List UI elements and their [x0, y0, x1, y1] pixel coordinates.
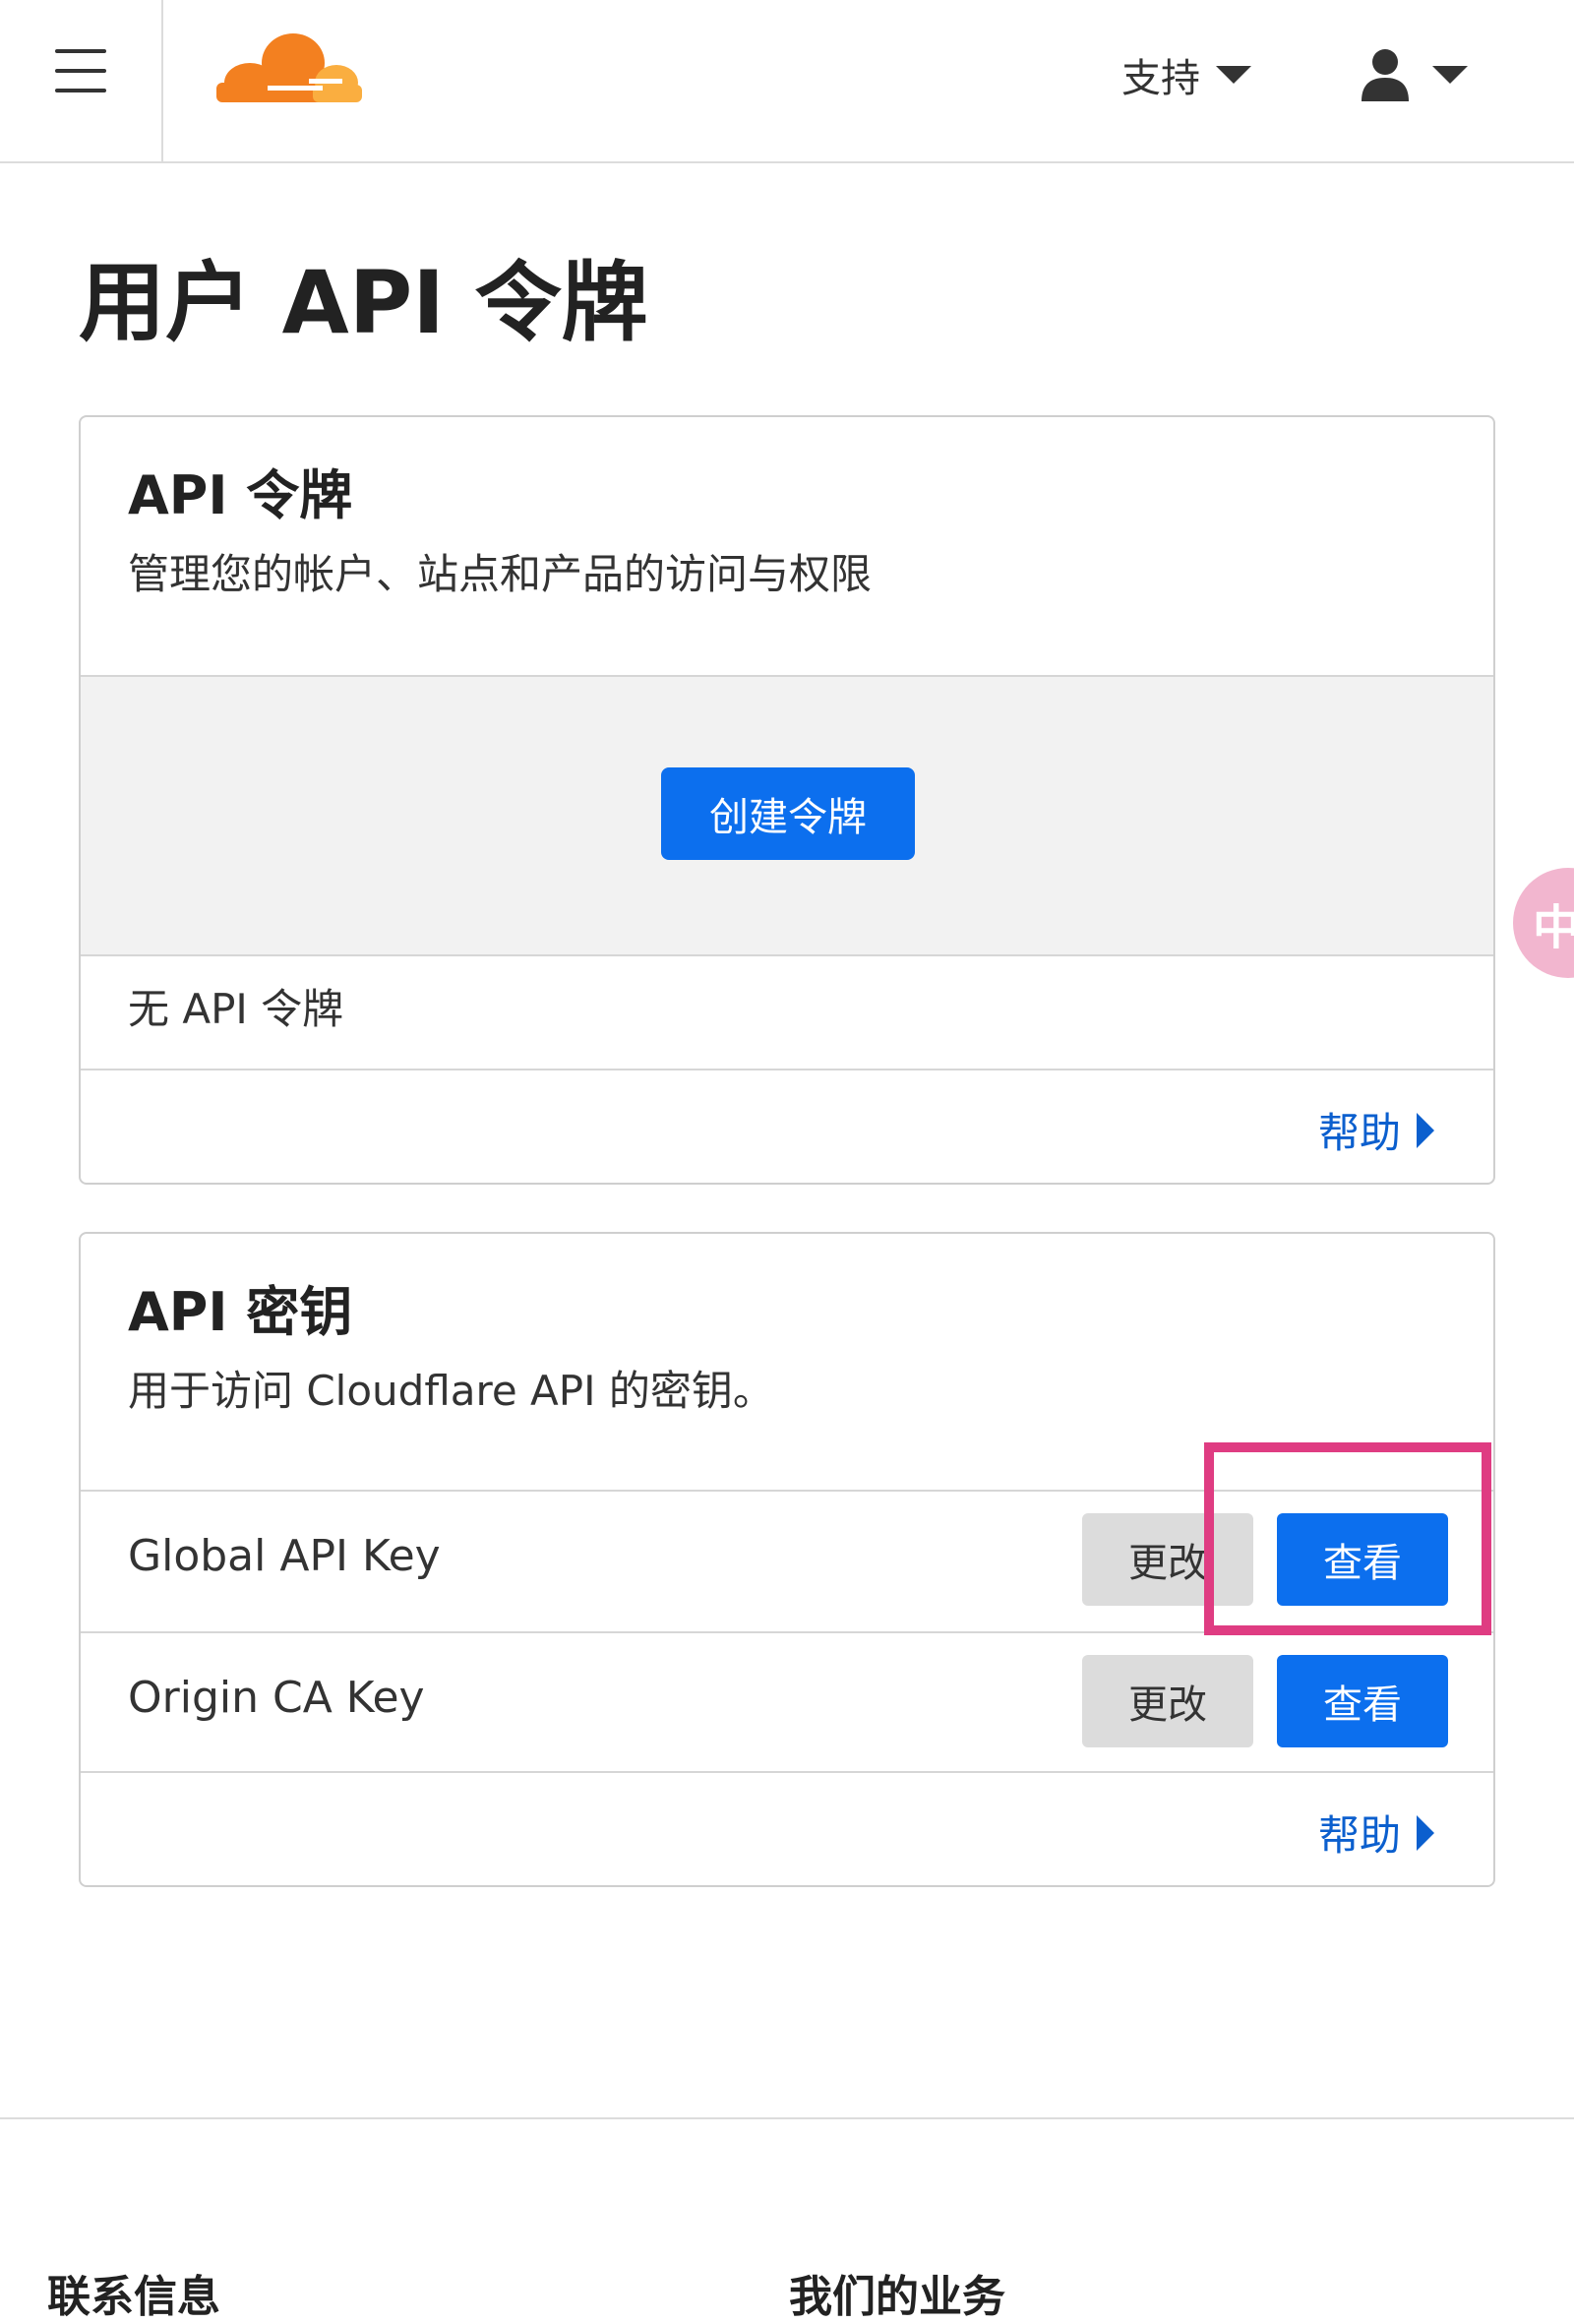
footer-heading-contact: 联系信息 [47, 2272, 220, 2322]
divider [81, 1069, 1493, 1070]
user-dropdown[interactable] [1362, 43, 1468, 106]
footer: 联系信息 我们的业务 [0, 2117, 1574, 2322]
divider [81, 954, 1493, 956]
card-header: API 令牌 管理您的帐户、站点和产品的访问与权限 [81, 417, 1493, 675]
caret-down-icon [1432, 66, 1468, 84]
cloudflare-logo[interactable] [212, 31, 366, 104]
change-origin-ca-key-button[interactable]: 更改 [1082, 1655, 1253, 1747]
help-link-label: 帮助 [1317, 1109, 1401, 1157]
footer-heading-business: 我们的业务 [789, 2272, 1005, 2322]
page-title: 用户 API 令牌 [79, 252, 648, 353]
hamburger-icon [55, 49, 106, 92]
no-tokens-text: 无 API 令牌 [128, 985, 344, 1033]
side-widget-glyph: 中 [1533, 900, 1574, 955]
support-label: 支持 [1121, 56, 1200, 101]
card-title: API 密钥 [128, 1281, 353, 1343]
floating-side-widget[interactable]: 中 [1513, 868, 1574, 978]
card-title: API 令牌 [128, 464, 353, 526]
origin-ca-key-label: Origin CA Key [128, 1673, 425, 1723]
help-link[interactable]: 帮助 [1318, 1100, 1434, 1160]
api-keys-card: API 密钥 用于访问 Cloudflare API 的密钥。 Global A… [79, 1232, 1495, 1887]
caret-down-icon [1216, 66, 1251, 84]
card-description: 用于访问 Cloudflare API 的密钥。 [128, 1366, 774, 1415]
play-right-icon [1417, 1112, 1434, 1148]
divider [81, 1771, 1493, 1773]
top-navigation-bar: 支持 [0, 0, 1574, 163]
help-link[interactable]: 帮助 [1318, 1803, 1434, 1863]
card-header: API 密钥 用于访问 Cloudflare API 的密钥。 [81, 1234, 1493, 1490]
divider [81, 1490, 1493, 1492]
help-link-label: 帮助 [1317, 1811, 1401, 1860]
support-dropdown[interactable]: 支持 [1121, 43, 1251, 106]
card-description: 管理您的帐户、站点和产品的访问与权限 [128, 549, 873, 598]
user-icon [1362, 49, 1409, 101]
create-token-button[interactable]: 创建令牌 [661, 767, 915, 860]
play-right-icon [1417, 1814, 1434, 1851]
menu-button[interactable] [0, 0, 163, 161]
change-global-api-key-button[interactable]: 更改 [1082, 1513, 1253, 1606]
global-api-key-label: Global API Key [128, 1531, 441, 1581]
divider [81, 1631, 1493, 1633]
view-global-api-key-button[interactable]: 查看 [1277, 1513, 1448, 1606]
view-origin-ca-key-button[interactable]: 查看 [1277, 1655, 1448, 1747]
